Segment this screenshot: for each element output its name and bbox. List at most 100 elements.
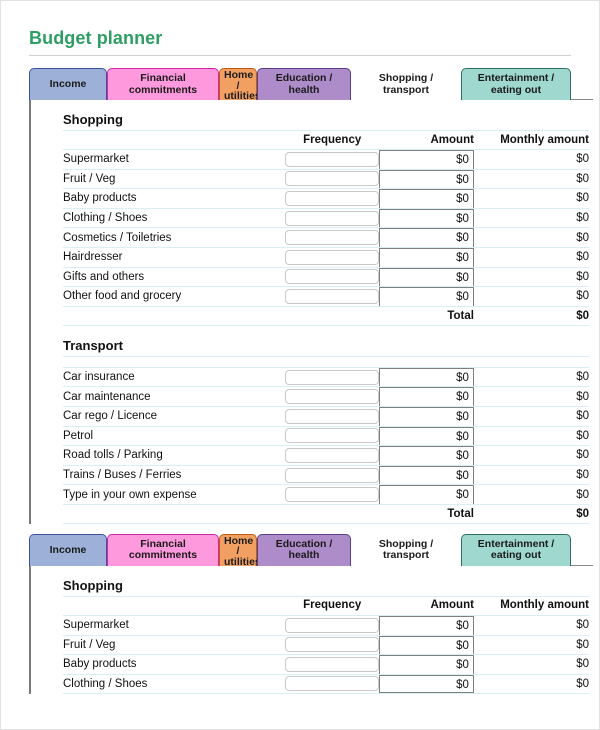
frequency-input[interactable] (284, 190, 380, 206)
frequency-input[interactable] (284, 288, 380, 304)
amount-input[interactable]: $0 (379, 189, 474, 208)
frequency-input[interactable] (284, 369, 380, 385)
tab-home-utilities[interactable]: Home / utilities (219, 68, 261, 102)
tab-home-utilities-secondary[interactable]: Home / utilities (219, 533, 261, 568)
amount-input[interactable]: $0 (379, 387, 474, 406)
table-transport-body: Car insurance $0 $0 Car maintenance $0 $… (63, 355, 589, 524)
frequency-input[interactable] (284, 389, 380, 405)
frequency-input[interactable] (284, 171, 380, 187)
frequency-input[interactable] (284, 249, 380, 265)
amount-input[interactable]: $0 (379, 446, 474, 465)
monthly-amount-value: $0 (473, 405, 589, 427)
monthly-amount-value: $0 (473, 484, 589, 505)
frequency-input[interactable] (284, 487, 380, 503)
monthly-amount-value: $0 (473, 207, 589, 229)
table-shopping: Frequency Amount Monthly amount Supermar… (63, 130, 589, 326)
total-value: $0 (473, 503, 589, 524)
amount-input[interactable]: $0 (379, 485, 474, 504)
table-header-row: Frequency Amount Monthly amount (63, 595, 589, 616)
col-header-frequency: Frequency (284, 595, 380, 616)
frequency-input[interactable] (284, 428, 380, 444)
tab-financial-commitments-secondary-label: Financial commitments (128, 537, 198, 562)
frequency-input[interactable] (284, 230, 380, 246)
table-row: Baby products $0 $0 (63, 654, 589, 675)
section-title-shopping-secondary: Shopping (63, 577, 123, 593)
tab-financial-commitments[interactable]: Financial commitments (107, 68, 219, 100)
row-label: Supermarket (63, 614, 285, 636)
amount-input[interactable]: $0 (379, 426, 474, 446)
frequency-input[interactable] (284, 269, 380, 285)
col-header-item (63, 130, 285, 150)
amount-input[interactable]: $0 (379, 208, 474, 228)
monthly-amount-value: $0 (473, 246, 589, 268)
tab-entertainment-eating-out[interactable]: Entertainment / eating out (461, 68, 571, 100)
amount-input[interactable]: $0 (379, 247, 474, 267)
tab-income-label: Income (49, 77, 87, 90)
amount-input[interactable]: $0 (379, 615, 474, 635)
row-label: Car rego / Licence (63, 405, 285, 427)
tab-education-health-secondary-label: Education / health (275, 537, 333, 562)
section-title-shopping: Shopping (63, 112, 123, 127)
frequency-input[interactable] (284, 676, 380, 692)
table-shopping-body: Supermarket $0 $0 Fruit / Veg $0 $0 Baby… (63, 149, 589, 326)
frequency-input[interactable] (284, 637, 380, 653)
monthly-amount-value: $0 (473, 227, 589, 248)
tab-education-health[interactable]: Education / health (257, 68, 351, 100)
monthly-amount-value: $0 (473, 266, 589, 288)
col-header-item (63, 595, 285, 616)
row-label: Car insurance (63, 366, 285, 388)
amount-input[interactable]: $0 (379, 287, 474, 306)
row-label: Clothing / Shoes (63, 207, 285, 229)
frequency-input[interactable] (284, 467, 380, 483)
frequency-input[interactable] (284, 210, 380, 226)
monthly-amount-value: $0 (473, 673, 589, 695)
amount-input[interactable]: $0 (379, 635, 474, 655)
amount-input[interactable]: $0 (379, 655, 474, 674)
monthly-amount-value: $0 (473, 654, 589, 675)
table-row: Car rego / Licence $0 $0 (63, 405, 589, 427)
amount-input[interactable]: $0 (379, 228, 474, 247)
frequency-input[interactable] (284, 656, 380, 672)
amount-input[interactable]: $0 (379, 267, 474, 287)
title-area: Budget planner (1, 1, 599, 49)
table-row: Baby products $0 $0 (63, 188, 589, 209)
frequency-input[interactable] (284, 151, 380, 167)
amount-input[interactable]: $0 (379, 150, 474, 169)
table-row: Supermarket $0 $0 (63, 614, 589, 636)
row-label: Type in your own expense (63, 484, 285, 505)
amount-input[interactable]: $0 (379, 406, 474, 426)
tab-financial-commitments-secondary[interactable]: Financial commitments (107, 533, 219, 566)
tab-income-secondary[interactable]: Income (29, 533, 107, 566)
tab-shopping-transport[interactable]: Shopping / transport (351, 68, 461, 100)
tab-home-utilities-secondary-label: Home / utilities (224, 534, 261, 568)
table-row: Fruit / Veg $0 $0 (63, 168, 589, 190)
table-row: Other food and grocery $0 $0 (63, 286, 589, 307)
amount-input[interactable]: $0 (379, 367, 474, 387)
table-row: Trains / Buses / Ferries $0 $0 (63, 464, 589, 486)
frequency-input[interactable] (284, 617, 380, 633)
tab-entertainment-eating-out-secondary[interactable]: Entertainment / eating out (461, 533, 571, 566)
table-row: Cosmetics / Toiletries $0 $0 (63, 227, 589, 248)
frequency-input[interactable] (284, 408, 380, 424)
row-label: Fruit / Veg (63, 634, 285, 656)
total-value: $0 (473, 305, 589, 326)
tab-income[interactable]: Income (29, 68, 107, 100)
amount-input[interactable]: $0 (379, 465, 474, 485)
col-header-monthly-amount: Monthly amount (473, 130, 589, 150)
tab-shopping-transport-secondary[interactable]: Shopping / transport (351, 533, 461, 566)
amount-input[interactable]: $0 (379, 169, 474, 189)
table-row: Car insurance $0 $0 (63, 366, 589, 388)
table-transport: Car insurance $0 $0 Car maintenance $0 $… (63, 355, 589, 524)
col-header-monthly-amount: Monthly amount (473, 595, 589, 616)
tab-education-health-secondary[interactable]: Education / health (257, 533, 351, 566)
amount-input[interactable]: $0 (379, 674, 474, 694)
monthly-amount-value: $0 (473, 445, 589, 466)
tab-entertainment-eating-out-label: Entertainment / eating out (477, 72, 555, 96)
frequency-input[interactable] (284, 447, 380, 463)
table-header-row: Frequency Amount Monthly amount (63, 130, 589, 150)
table-row: Hairdresser $0 $0 (63, 246, 589, 268)
table-row: Petrol $0 $0 (63, 425, 589, 447)
tab-home-utilities-label: Home / utilities (224, 69, 261, 102)
tab-shopping-transport-label: Shopping / transport (378, 72, 434, 96)
col-header-frequency: Frequency (284, 130, 380, 150)
